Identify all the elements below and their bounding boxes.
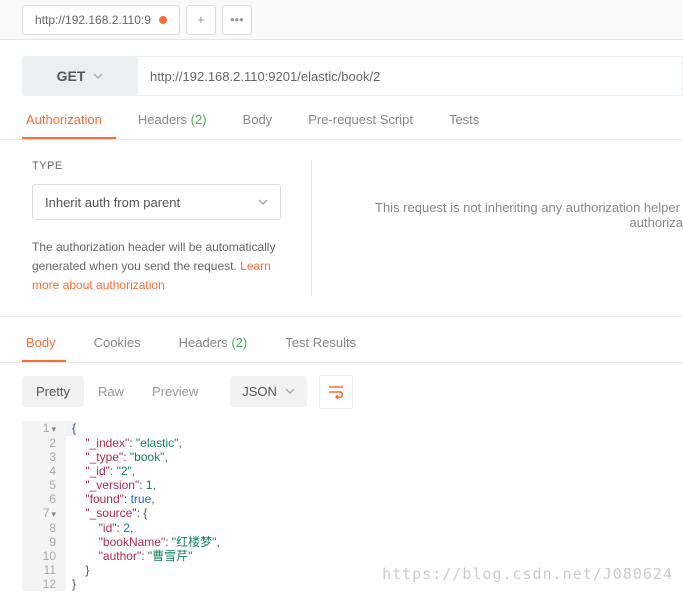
- tab-title: http://192.168.2.110:9: [35, 13, 151, 27]
- code-content: "_version": 1,: [66, 478, 156, 492]
- request-row: GET http://192.168.2.110:9201/elastic/bo…: [0, 40, 683, 112]
- code-line: 5 "_version": 1,: [22, 478, 683, 492]
- code-line: 6 "found": true,: [22, 492, 683, 506]
- line-number: 8: [22, 521, 66, 535]
- ellipsis-icon: •••: [230, 12, 244, 27]
- restab-cookies[interactable]: Cookies: [90, 335, 151, 362]
- tab-menu-button[interactable]: •••: [222, 5, 252, 35]
- auth-right: This request is not inheriting any autho…: [312, 160, 683, 296]
- auth-type-select[interactable]: Inherit auth from parent: [32, 184, 281, 220]
- code-content: "bookName": "红楼梦",: [66, 535, 220, 549]
- restab-tests[interactable]: Test Results: [281, 335, 366, 362]
- auth-type-label: TYPE: [32, 160, 281, 172]
- auth-left: TYPE Inherit auth from parent The author…: [32, 160, 312, 296]
- code-content: {: [66, 421, 76, 436]
- plus-icon: +: [197, 12, 205, 27]
- code-line: 1▾{: [22, 421, 683, 436]
- code-line: 3 "_type": "book",: [22, 450, 683, 464]
- code-content: "id": 2,: [66, 521, 133, 535]
- auth-panel: TYPE Inherit auth from parent The author…: [0, 140, 683, 317]
- wrap-lines-button[interactable]: [319, 375, 353, 409]
- code-content: }: [66, 563, 89, 577]
- code-content: "author": "曹雪芹": [66, 549, 192, 563]
- chevron-down-icon: [258, 195, 268, 210]
- code-content: }: [66, 577, 76, 591]
- line-number: 3: [22, 450, 66, 464]
- view-controls: Pretty Raw Preview JSON: [0, 363, 683, 421]
- code-line: 7▾ "_source": {: [22, 506, 683, 521]
- unsaved-dot-icon: [159, 16, 167, 24]
- wrap-icon: [327, 385, 345, 399]
- code-content: "found": true,: [66, 492, 155, 506]
- method-select[interactable]: GET: [22, 56, 138, 96]
- auth-help-text: The authorization header will be automat…: [32, 238, 281, 296]
- code-line: 9 "bookName": "红楼梦",: [22, 535, 683, 549]
- code-line: 10 "author": "曹雪芹": [22, 549, 683, 563]
- tab-body[interactable]: Body: [239, 112, 287, 139]
- auth-inherit-msg: This request is not inheriting any autho…: [372, 200, 683, 215]
- line-number: 7▾: [22, 506, 66, 521]
- chevron-down-icon: [285, 384, 295, 399]
- line-number: 4: [22, 464, 66, 478]
- line-number: 12: [22, 577, 66, 591]
- code-line: 2 "_index": "elastic",: [22, 436, 683, 450]
- view-pretty[interactable]: Pretty: [22, 376, 84, 407]
- restab-headers[interactable]: Headers (2): [175, 335, 258, 362]
- watermark-text: https://blog.csdn.net/J080624: [382, 565, 673, 583]
- request-tab[interactable]: http://192.168.2.110:9: [22, 5, 180, 35]
- code-content: "_type": "book",: [66, 450, 168, 464]
- code-content: "_index": "elastic",: [66, 436, 182, 450]
- code-line: 8 "id": 2,: [22, 521, 683, 535]
- tab-bar: http://192.168.2.110:9 + •••: [0, 0, 683, 40]
- format-select[interactable]: JSON: [230, 376, 307, 407]
- line-number: 10: [22, 549, 66, 563]
- auth-selected: Inherit auth from parent: [45, 195, 180, 210]
- new-tab-button[interactable]: +: [186, 5, 216, 35]
- line-number: 9: [22, 535, 66, 549]
- line-number: 6: [22, 492, 66, 506]
- restab-body[interactable]: Body: [22, 335, 66, 362]
- url-text: http://192.168.2.110:9201/elastic/book/2: [150, 69, 380, 84]
- auth-inherit-msg2: authoriza: [372, 215, 683, 230]
- code-line: 4 "_id": "2",: [22, 464, 683, 478]
- line-number: 1▾: [22, 421, 66, 436]
- response-tabs: Body Cookies Headers (2) Test Results: [0, 335, 683, 363]
- tab-headers[interactable]: Headers (2): [134, 112, 221, 139]
- tab-tests[interactable]: Tests: [445, 112, 493, 139]
- line-number: 11: [22, 563, 66, 577]
- method-label: GET: [57, 68, 86, 84]
- request-tabs: Authorization Headers (2) Body Pre-reque…: [0, 112, 683, 140]
- line-number: 5: [22, 478, 66, 492]
- line-number: 2: [22, 436, 66, 450]
- code-content: "_source": {: [66, 506, 147, 521]
- code-content: "_id": "2",: [66, 464, 135, 478]
- tab-authorization[interactable]: Authorization: [22, 112, 116, 139]
- view-raw[interactable]: Raw: [84, 376, 138, 407]
- chevron-down-icon: [93, 68, 103, 84]
- url-input[interactable]: http://192.168.2.110:9201/elastic/book/2: [138, 56, 683, 96]
- tab-prerequest[interactable]: Pre-request Script: [304, 112, 427, 139]
- view-preview[interactable]: Preview: [138, 376, 212, 407]
